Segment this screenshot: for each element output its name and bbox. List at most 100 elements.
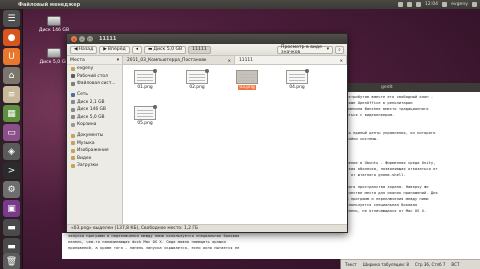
trash-icon[interactable]: 🗑 — [3, 253, 20, 269]
maximize-icon[interactable]: □ — [87, 36, 93, 42]
mail-icon[interactable] — [397, 2, 403, 7]
sidebar-item[interactable]: Загрузки — [67, 162, 122, 170]
sidebar-item-label: Диск 2,1 GB — [77, 99, 105, 105]
ubuntu-one-icon[interactable]: U — [3, 48, 20, 65]
places-sidebar: Места ▾ evgeny Рабочий стол Файловая сист.… — [67, 56, 123, 226]
network-icon[interactable] — [406, 2, 412, 7]
back-button[interactable]: ◀ Назад — [70, 45, 98, 54]
file-item[interactable]: 04.png — [283, 69, 311, 90]
sidebar-item[interactable]: Диск 146 GB — [67, 106, 122, 114]
tab-11111[interactable]: 11111 ✕ — [235, 56, 347, 64]
drive-icon[interactable]: ▬ — [3, 219, 20, 236]
toolbar: ◀ Назад ▶ Вперёд ◂ ▬ Диск 5,0 GB 11111 П… — [67, 44, 347, 56]
place-icon — [71, 81, 75, 86]
terminal-icon[interactable]: > — [3, 162, 20, 179]
thumbnail-line — [137, 80, 153, 81]
image-thumbnail-icon — [286, 69, 309, 84]
arrow-left-icon: ◀ — [74, 47, 78, 52]
calc-icon[interactable]: ▦ — [3, 105, 20, 122]
editor-title: gedit — [341, 83, 480, 92]
forward-button[interactable]: ▶ Вперёд — [99, 45, 130, 54]
editor-tab-width[interactable]: Ширина табуляции: 8 — [363, 262, 409, 267]
clock[interactable]: 12:04 — [425, 2, 438, 7]
tab-project-folder[interactable]: 2011_03_Компьютерра_Постановк ✕ — [123, 56, 235, 64]
thumbnail-line — [189, 74, 205, 75]
sound-icon[interactable] — [415, 2, 421, 7]
thumbnail-line — [189, 77, 205, 78]
arrow-right-icon: ▶ — [103, 47, 107, 52]
thumbnail-line — [239, 74, 255, 75]
emblem-icon — [153, 105, 157, 109]
editor-text-lower[interactable]: запуска программ и переключения между ни… — [62, 233, 362, 259]
place-icon — [71, 115, 75, 120]
file-view: 2011_03_Компьютерра_Постановк ✕ 11111 ✕ … — [123, 56, 347, 226]
sidebar-item[interactable]: evgeny — [67, 65, 122, 73]
sidebar-item[interactable]: Диск 5,0 GB — [67, 114, 122, 122]
sidebar-item[interactable]: Музыка — [67, 139, 122, 147]
file-item[interactable]: 03.png — [233, 70, 261, 90]
close-icon[interactable]: × — [71, 36, 77, 42]
place-icon — [71, 163, 75, 168]
sidebar-item[interactable]: Документы — [67, 132, 122, 140]
sidebar-list: evgeny Рабочий стол Файловая сист... Сеть Ди… — [67, 65, 122, 170]
emblem-icon — [153, 69, 157, 73]
thumbnail-line — [239, 77, 255, 78]
statusbar: «03.png» выделен (137,8 КБ), Свободное м… — [67, 224, 347, 232]
file-item[interactable]: 05.png — [131, 105, 159, 126]
window-body: Места ▾ evgeny Рабочий стол Файловая сист.… — [67, 56, 347, 226]
sidebar-item-label: Изображения — [77, 148, 109, 154]
settings-icon[interactable]: ⚙ — [3, 181, 20, 198]
search-button[interactable]: ⌕ — [335, 45, 344, 54]
sidebar-item[interactable]: Диск 2,1 GB — [67, 98, 122, 106]
firefox-icon[interactable]: ● — [3, 29, 20, 46]
sidebar-item[interactable]: Рабочий стол — [67, 73, 122, 81]
writer-icon[interactable]: ≡ — [3, 86, 20, 103]
path-left-button[interactable]: ◂ — [131, 45, 143, 54]
home-folder-icon[interactable]: ⌂ — [3, 67, 20, 84]
thumbnail-line — [289, 80, 305, 81]
chevron-down-icon: ▾ — [326, 47, 329, 52]
top-panel: Файловый менеджер 12:04 evgeny — [0, 0, 480, 9]
close-tab-icon[interactable]: ✕ — [228, 58, 231, 63]
sidebar-item-label: Видео — [77, 155, 92, 161]
file-name: 03.png — [238, 85, 256, 90]
launcher: ☰ ● U ⌂ ≡ ▦ ▭ ◈ > ⚙ ▣ ▬ ▬ 🗑 — [0, 9, 23, 269]
editor-text-area[interactable]: дистрибутив вместе его свободный клон -т… — [341, 92, 480, 214]
impress-icon[interactable]: ▭ — [3, 124, 20, 141]
place-icon — [71, 100, 75, 105]
search-icon: ⌕ — [338, 47, 341, 53]
window-title: 11111 — [99, 36, 117, 42]
workspaces-icon[interactable]: ▣ — [3, 200, 20, 217]
sidebar-item[interactable]: Видео — [67, 155, 122, 163]
system-tray: 12:04 evgeny — [397, 0, 477, 9]
place-icon — [71, 133, 75, 138]
file-manager-window: × – □ 11111 ◀ Назад ▶ Вперёд ◂ ▬ Диск 5,… — [66, 33, 348, 233]
sidebar-item[interactable]: Сеть — [67, 91, 122, 99]
power-icon[interactable] — [472, 2, 477, 7]
emblem-icon — [305, 69, 309, 73]
sidebar-item-label: Корзина — [77, 122, 97, 128]
software-center-icon[interactable]: ◈ — [3, 143, 20, 160]
thumbnail-line — [137, 77, 153, 78]
editor-statusbar: Текст Ширина табуляции: 8 Стр 36, Стлб 7… — [341, 259, 480, 269]
sidebar-item[interactable]: Изображения — [67, 147, 122, 155]
editor-position: Стр 36, Стлб 7 — [414, 262, 446, 267]
editor-mode[interactable]: Текст — [345, 262, 357, 267]
sidebar-item[interactable]: Корзина — [67, 121, 122, 129]
path-button-folder[interactable]: 11111 — [188, 45, 211, 54]
minimize-icon[interactable]: – — [79, 36, 85, 42]
sidebar-header[interactable]: Места ▾ — [67, 57, 122, 65]
place-icon — [71, 74, 75, 79]
path-button-drive[interactable]: ▬ Диск 5,0 GB — [144, 45, 187, 54]
file-item[interactable]: 01.png — [131, 69, 159, 90]
image-thumbnail-icon — [236, 70, 258, 84]
file-item[interactable]: 02.png — [183, 69, 211, 90]
file-name: 01.png — [137, 85, 153, 90]
view-mode-select[interactable]: Просмотр в виде значков ▾ — [277, 45, 333, 55]
window-titlebar[interactable]: × – □ 11111 — [67, 34, 347, 44]
user-name[interactable]: evgeny — [451, 2, 468, 7]
sidebar-item[interactable]: Файловая сист... — [67, 80, 122, 88]
dash-home-icon[interactable]: ☰ — [3, 10, 20, 27]
close-tab-icon[interactable]: ✕ — [340, 58, 343, 63]
desktop-icon-disk-146[interactable]: Диск 146 GB — [32, 16, 76, 33]
